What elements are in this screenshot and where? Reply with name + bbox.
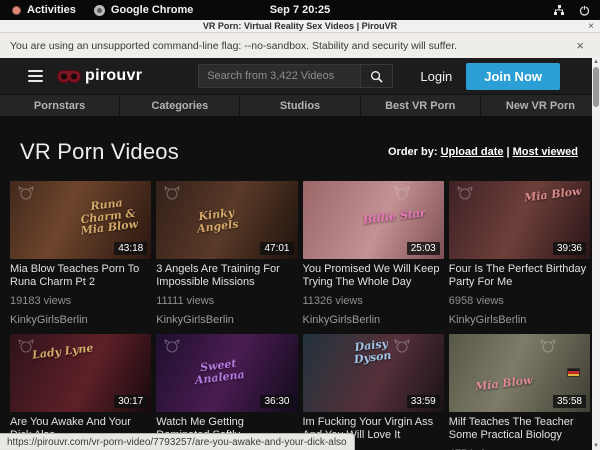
search-button[interactable] — [361, 64, 393, 88]
video-thumbnail[interactable]: Kinky Angels 47:01 — [156, 181, 297, 259]
duration-badge: 30:17 — [114, 395, 147, 408]
page-heading-row: VR Porn Videos Order by: Upload date|Mos… — [0, 117, 600, 181]
studio-link[interactable]: KinkyGirlsBerlin — [10, 314, 151, 326]
studio-cat-watermark-icon — [394, 186, 410, 200]
search-input[interactable] — [198, 64, 361, 88]
video-thumbnail[interactable]: Sweet Analena 36:30 — [156, 334, 297, 412]
studio-cat-watermark-icon — [540, 339, 556, 353]
page-viewport: pirouvr Login Join Now Pornstars Categor… — [0, 58, 600, 450]
video-title[interactable]: Four Is The Perfect Birthday Party For M… — [449, 263, 590, 289]
site-logo[interactable]: pirouvr — [57, 67, 142, 85]
video-views: 11111 views — [156, 295, 297, 307]
status-url-text: https://pirouvr.com/vr-porn-video/779325… — [7, 437, 347, 448]
video-views: 6958 views — [449, 295, 590, 307]
vr-goggles-icon — [57, 70, 81, 83]
main-nav: Pornstars Categories Studios Best VR Por… — [0, 94, 600, 117]
studio-cat-watermark-icon — [164, 339, 180, 353]
duration-badge: 39:36 — [553, 242, 586, 255]
warning-text: You are using an unsupported command-lin… — [10, 40, 457, 52]
thumb-overlay-title: Kinky Angels — [181, 205, 253, 236]
chrome-icon — [94, 5, 105, 16]
chrome-warning-bar: You are using an unsupported command-lin… — [0, 33, 600, 58]
power-icon[interactable] — [579, 5, 590, 16]
video-views: 19183 views — [10, 295, 151, 307]
scrollbar[interactable]: ▲ ▼ — [592, 58, 600, 450]
video-thumbnail[interactable]: Lady Lyne 30:17 — [10, 334, 151, 412]
video-title[interactable]: Milf Teaches The Teacher Some Practical … — [449, 416, 590, 442]
search-icon — [370, 70, 383, 83]
warning-close-icon[interactable]: × — [570, 38, 590, 53]
order-by: Order by: Upload date|Most viewed — [388, 146, 578, 158]
thumb-overlay-title: Runa Charm & Mia Blow — [71, 195, 145, 238]
thumb-overlay-title: Billie Star — [362, 207, 426, 226]
video-card[interactable]: Runa Charm & Mia Blow 43:18 Mia Blow Tea… — [10, 181, 151, 326]
status-url-bubble: https://pirouvr.com/vr-porn-video/779325… — [0, 433, 355, 450]
activities-icon — [12, 6, 21, 15]
browser-titlebar: VR Porn: Virtual Reality Sex Videos | Pi… — [0, 20, 600, 33]
sort-upload-date-link[interactable]: Upload date — [441, 146, 504, 158]
nav-item-new[interactable]: New VR Porn — [481, 95, 600, 116]
duration-badge: 36:30 — [260, 395, 293, 408]
thumb-overlay-title: Lady Lyne — [32, 342, 94, 361]
video-thumbnail[interactable]: Runa Charm & Mia Blow 43:18 — [10, 181, 151, 259]
network-icon[interactable] — [553, 5, 565, 16]
video-thumbnail[interactable]: Mia Blow 39:36 — [449, 181, 590, 259]
scrollbar-thumb[interactable] — [593, 67, 599, 107]
nav-item-studios[interactable]: Studios — [240, 95, 360, 116]
os-taskbar: Activities Google Chrome Sep 7 20:25 — [0, 0, 600, 20]
search-bar — [198, 64, 393, 88]
video-card[interactable]: Billie Star 25:03 You Promised We Will K… — [303, 181, 444, 326]
video-title[interactable]: Mia Blow Teaches Porn To Runa Charm Pt 2 — [10, 263, 151, 289]
thumb-overlay-title: Daisy Dyson — [335, 336, 407, 367]
sort-most-viewed-link[interactable]: Most viewed — [513, 146, 578, 158]
germany-flag-icon — [567, 368, 580, 377]
thumb-overlay-title: Mia Blow — [474, 375, 533, 393]
join-now-button[interactable]: Join Now — [466, 63, 560, 90]
studio-cat-watermark-icon — [18, 186, 34, 200]
duration-badge: 35:58 — [553, 395, 586, 408]
video-thumbnail[interactable]: Billie Star 25:03 — [303, 181, 444, 259]
login-link[interactable]: Login — [406, 69, 466, 84]
duration-badge: 25:03 — [407, 242, 440, 255]
studio-link[interactable]: KinkyGirlsBerlin — [449, 314, 590, 326]
video-thumbnail[interactable]: Daisy Dyson 33:59 — [303, 334, 444, 412]
duration-badge: 33:59 — [407, 395, 440, 408]
nav-item-best[interactable]: Best VR Porn — [361, 95, 481, 116]
video-grid: Runa Charm & Mia Blow 43:18 Mia Blow Tea… — [0, 181, 600, 450]
chrome-app-label: Google Chrome — [111, 4, 194, 16]
menu-icon[interactable] — [28, 70, 43, 82]
chrome-app-menu[interactable]: Google Chrome — [94, 4, 194, 16]
nav-item-categories[interactable]: Categories — [120, 95, 240, 116]
thumb-overlay-title: Mia Blow — [524, 186, 583, 204]
duration-badge: 47:01 — [260, 242, 293, 255]
studio-link[interactable]: KinkyGirlsBerlin — [303, 314, 444, 326]
screen: Activities Google Chrome Sep 7 20:25 VR … — [0, 0, 600, 450]
studio-cat-watermark-icon — [164, 186, 180, 200]
scroll-down-icon[interactable]: ▼ — [592, 442, 600, 450]
activities-button[interactable]: Activities — [12, 4, 76, 16]
video-card[interactable]: Mia Blow 35:58 Milf Teaches The Teacher … — [449, 334, 590, 450]
studio-cat-watermark-icon — [457, 186, 473, 200]
video-card[interactable]: Kinky Angels 47:01 3 Angels Are Training… — [156, 181, 297, 326]
scroll-up-icon[interactable]: ▲ — [592, 58, 600, 66]
page-title: VR Porn Videos — [20, 139, 179, 165]
activities-label: Activities — [27, 4, 76, 16]
studio-link[interactable]: KinkyGirlsBerlin — [156, 314, 297, 326]
order-by-label: Order by: — [388, 146, 438, 158]
duration-badge: 43:18 — [114, 242, 147, 255]
video-thumbnail[interactable]: Mia Blow 35:58 — [449, 334, 590, 412]
logo-text: pirouvr — [85, 67, 142, 85]
window-title: VR Porn: Virtual Reality Sex Videos | Pi… — [203, 21, 397, 31]
video-card[interactable]: Mia Blow 39:36 Four Is The Perfect Birth… — [449, 181, 590, 326]
video-title[interactable]: 3 Angels Are Training For Impossible Mis… — [156, 263, 297, 289]
video-views: 11326 views — [303, 295, 444, 307]
site-header: pirouvr Login Join Now — [0, 58, 600, 94]
tab-close-icon[interactable]: × — [588, 20, 594, 33]
sort-separator: | — [504, 146, 513, 158]
thumb-overlay-title: Sweet Analena — [183, 356, 255, 387]
video-title[interactable]: You Promised We Will Keep Trying The Who… — [303, 263, 444, 289]
nav-item-pornstars[interactable]: Pornstars — [0, 95, 120, 116]
